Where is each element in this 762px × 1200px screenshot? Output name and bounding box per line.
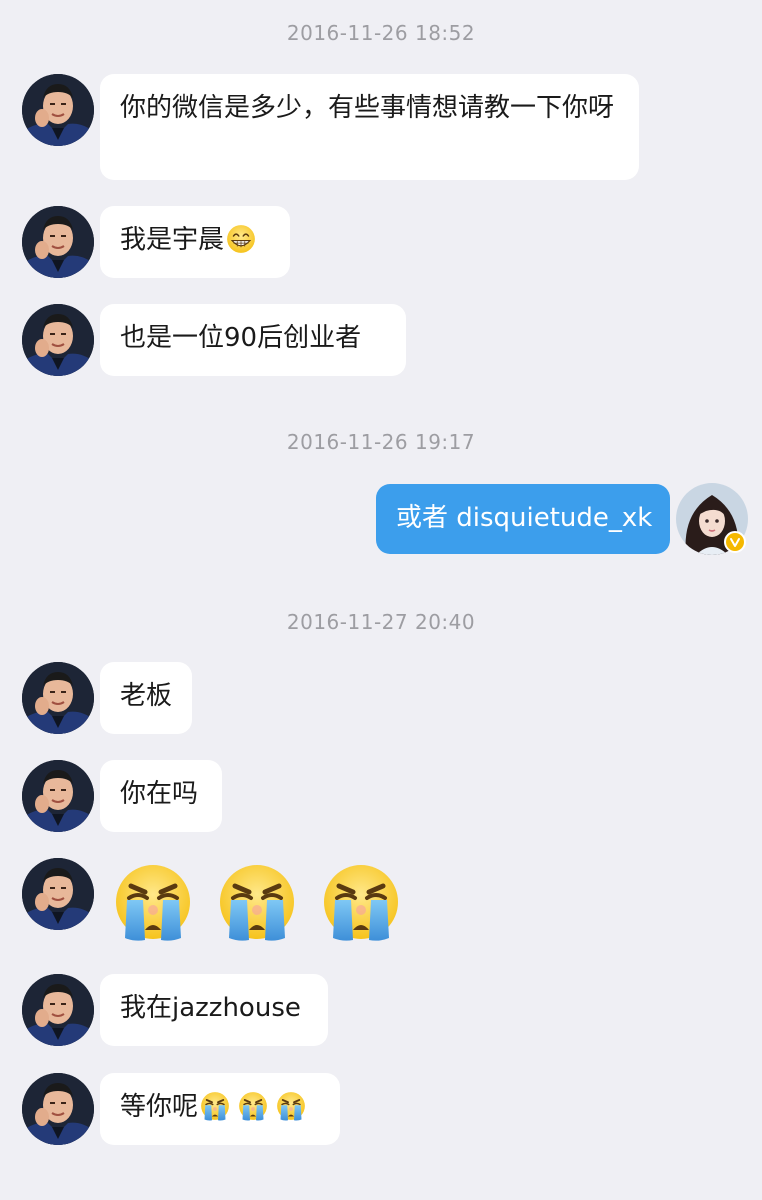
message-bubble[interactable]: 我是宇晨 [100, 206, 290, 278]
message-text: 你在吗 [120, 779, 199, 809]
contact-avatar[interactable] [22, 662, 94, 734]
contact-avatar[interactable] [22, 304, 94, 376]
contact-avatar[interactable] [22, 206, 94, 278]
loudly-crying-emoji-icon[interactable] [113, 862, 193, 942]
message-text: 老板 [120, 681, 173, 711]
message-text: 也是一位90后创业者 [120, 323, 362, 353]
message-bubble[interactable]: 也是一位90后创业者 [100, 304, 406, 376]
outgoing-message-bubble[interactable]: 或者 disquietude_xk [376, 484, 670, 554]
contact-avatar[interactable] [22, 74, 94, 146]
message-bubble[interactable]: 老板 [100, 662, 192, 734]
my-avatar[interactable] [676, 483, 748, 555]
contact-avatar[interactable] [22, 858, 94, 930]
loudly-crying-emoji-icon[interactable] [217, 862, 297, 942]
loudly-crying-emoji-icon[interactable] [321, 862, 401, 942]
verified-badge-icon [724, 531, 746, 553]
message-text: 或者 disquietude_xk [396, 503, 653, 533]
message-bubble[interactable]: 你的微信是多少，有些事情想请教一下你呀 [100, 74, 639, 180]
contact-avatar[interactable] [22, 974, 94, 1046]
message-text: 等你呢 [120, 1092, 199, 1122]
message-text: 我在jazzhouse [120, 993, 301, 1023]
message-bubble[interactable]: 我在jazzhouse [100, 974, 328, 1046]
message-text: 我是宇晨 [120, 225, 225, 255]
message-bubble[interactable]: 你在吗 [100, 760, 222, 832]
loudly-crying-emoji-icon [200, 1091, 230, 1133]
timestamp: 2016-11-26 18:52 [286, 21, 476, 45]
grinning-emoji-icon [226, 224, 256, 266]
loudly-crying-emoji-icon [238, 1091, 268, 1133]
timestamp: 2016-11-26 19:17 [286, 430, 476, 454]
timestamp: 2016-11-27 20:40 [286, 610, 476, 634]
message-bubble[interactable]: 等你呢 [100, 1073, 340, 1145]
message-text: 你的微信是多少，有些事情想请教一下你呀 [120, 93, 615, 123]
contact-avatar[interactable] [22, 760, 94, 832]
loudly-crying-emoji-icon [276, 1091, 306, 1133]
contact-avatar[interactable] [22, 1073, 94, 1145]
